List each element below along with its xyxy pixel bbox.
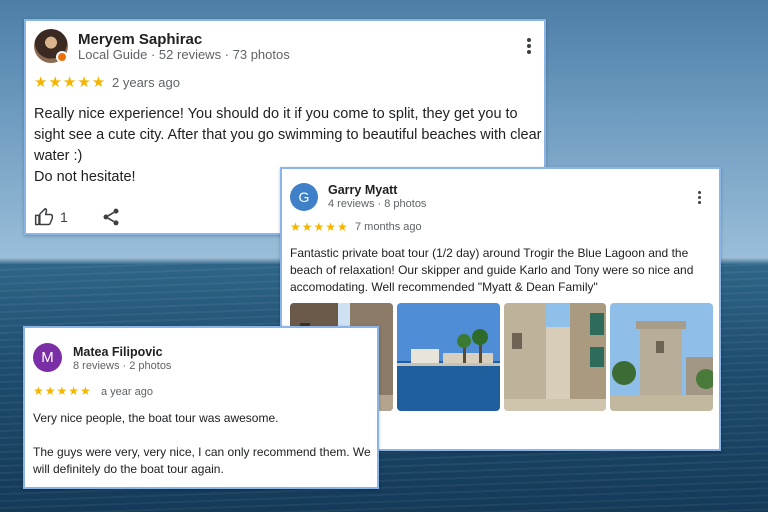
reviewer-name[interactable]: Garry Myatt	[328, 183, 397, 197]
like-button[interactable]: 1	[34, 207, 68, 227]
reviewer-name[interactable]: Meryem Saphirac	[78, 31, 202, 48]
stone-tower-photo[interactable]	[610, 303, 713, 411]
reviewer-meta: Local Guide · 52 reviews · 73 photos	[78, 47, 290, 62]
narrow-alley-photo[interactable]	[503, 303, 607, 411]
review-text: Fantastic private boat tour (1/2 day) ar…	[290, 246, 694, 294]
review-date: a year ago	[101, 386, 153, 398]
reviewer-meta: 8 reviews · 2 photos	[73, 360, 172, 372]
local-guide-badge-icon	[56, 51, 68, 63]
review-date: 7 months ago	[355, 221, 422, 233]
reviewer-meta: 4 reviews · 8 photos	[328, 198, 427, 210]
star-rating: ★★★★★	[34, 74, 107, 91]
reviewer-name[interactable]: Matea Filipovic	[73, 345, 163, 359]
review-card-matea: M Matea Filipovic 8 reviews · 2 photos ★…	[23, 326, 379, 489]
star-rating: ★★★★★	[33, 384, 92, 398]
review-text: Very nice people, the boat tour was awes…	[33, 410, 383, 478]
waterfront-promenade-photo[interactable]	[396, 303, 500, 411]
star-rating: ★★★★★	[290, 220, 349, 234]
thumbs-up-icon	[34, 207, 54, 226]
review-date: 2 years ago	[112, 75, 180, 90]
review-text-line: Really nice experience! You should do it…	[34, 106, 542, 164]
like-count: 1	[60, 209, 68, 225]
more-vert-icon[interactable]	[697, 191, 702, 204]
more-vert-icon[interactable]	[526, 38, 532, 54]
avatar[interactable]: M	[33, 343, 62, 372]
avatar[interactable]: G	[290, 183, 318, 211]
share-icon	[103, 208, 119, 226]
review-text-line: Very nice people, the boat tour was awes…	[33, 411, 279, 425]
review-text-line: The guys were very, very nice, I can onl…	[33, 445, 371, 476]
share-button[interactable]	[101, 207, 121, 232]
